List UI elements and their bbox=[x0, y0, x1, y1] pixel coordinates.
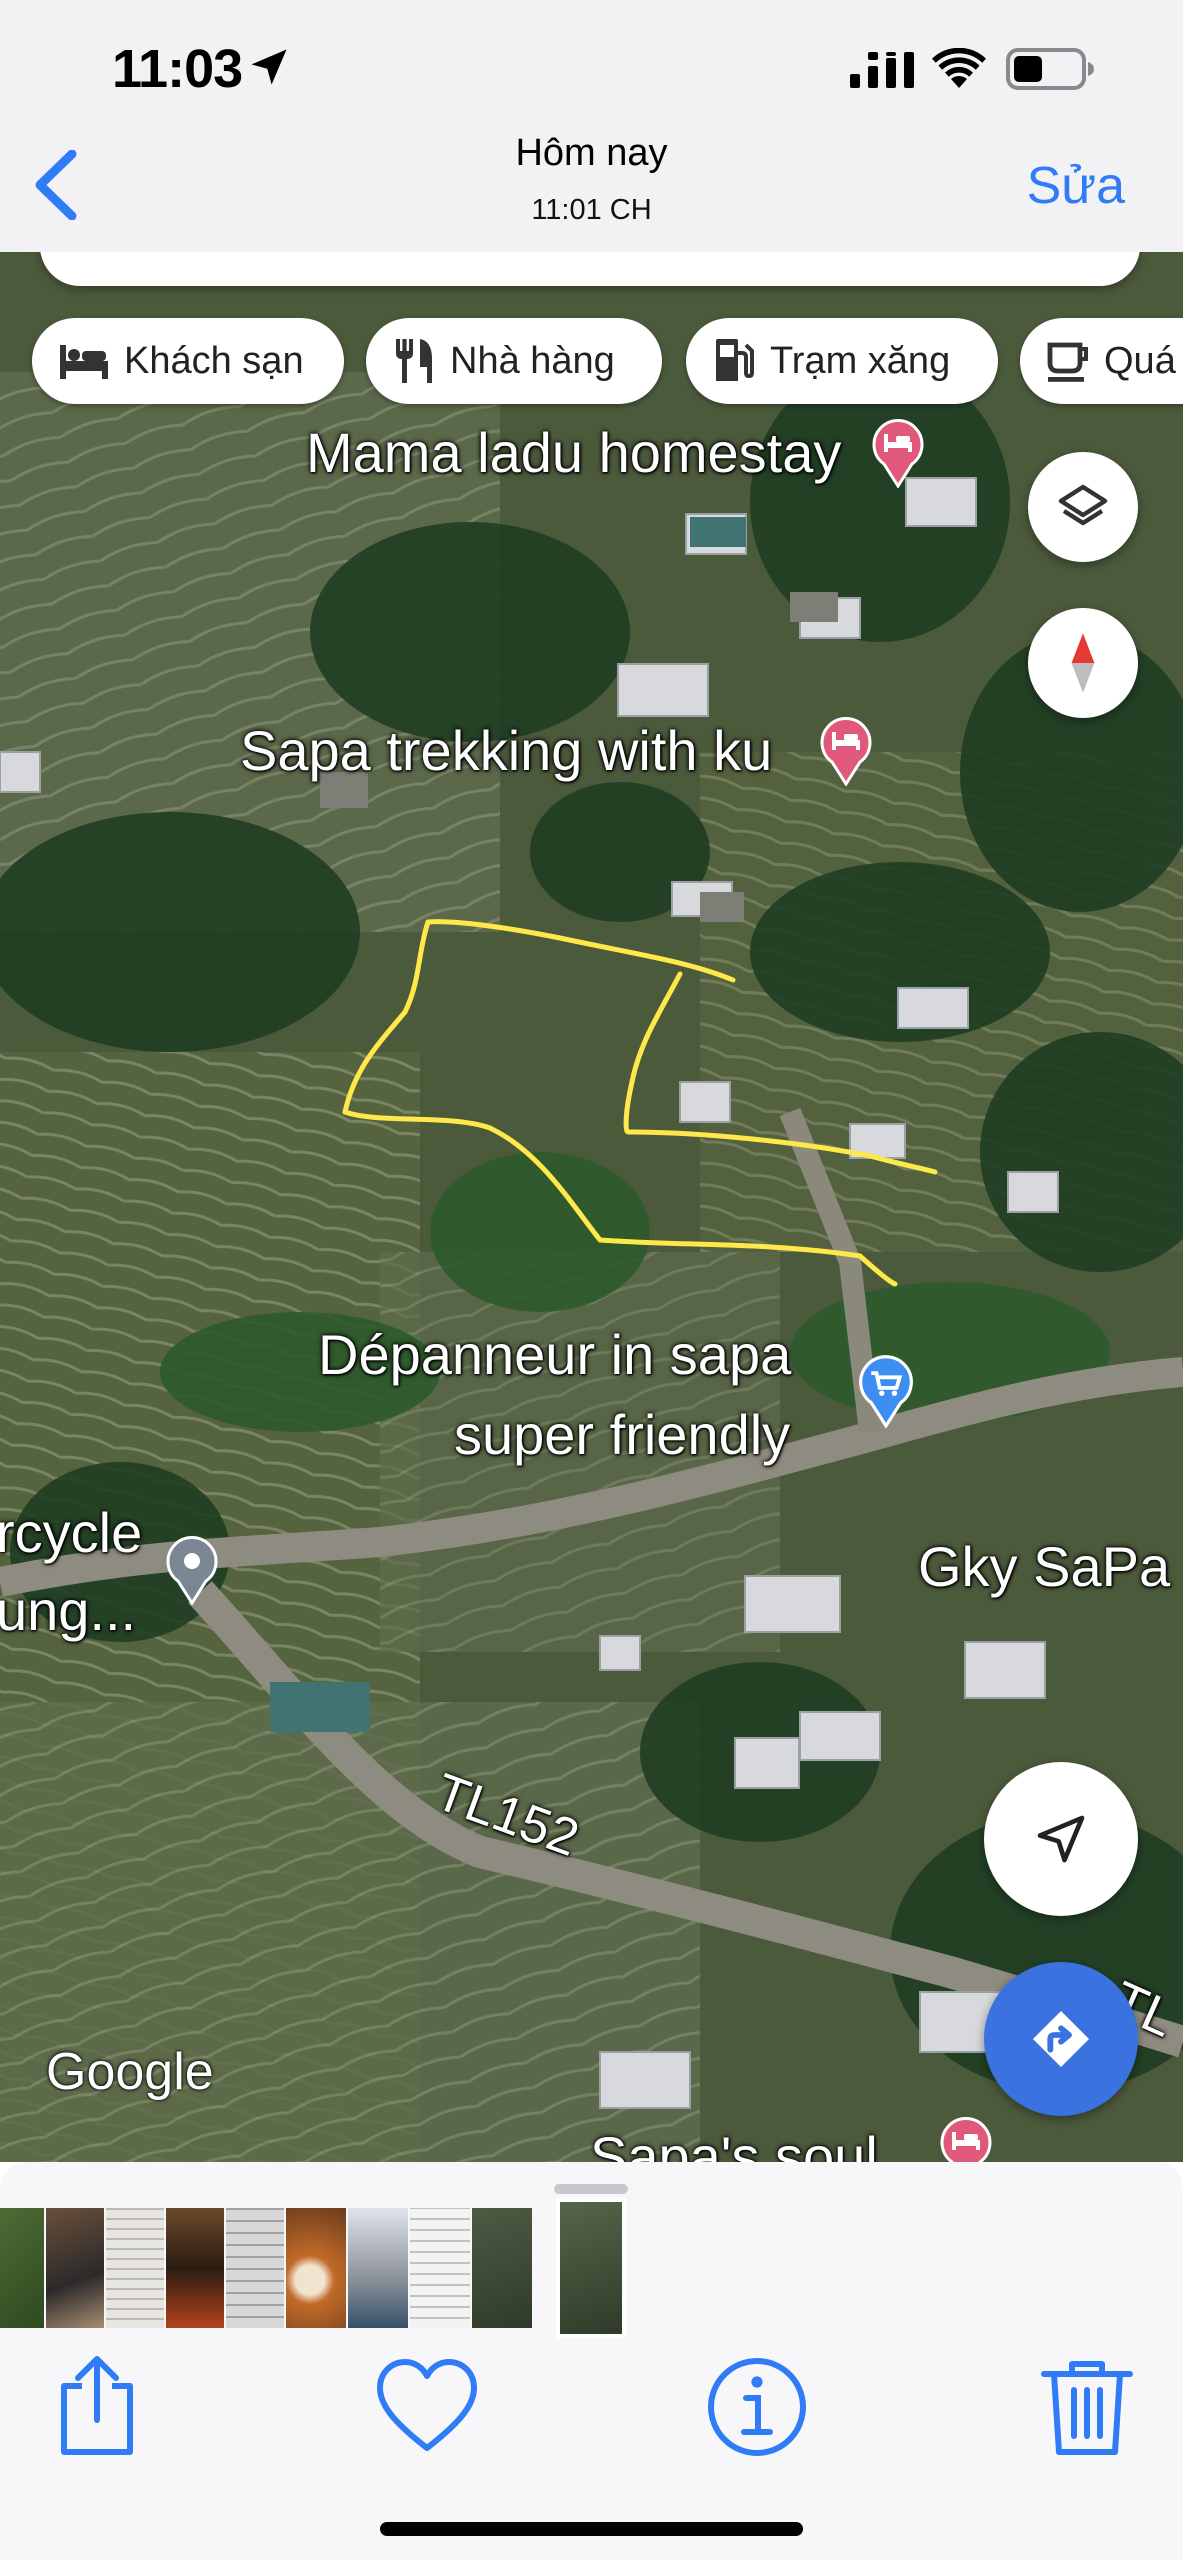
place-label-gky-sapa[interactable]: Gky SaPa bbox=[918, 1534, 1170, 1599]
hotel-pin-icon[interactable] bbox=[870, 416, 926, 488]
hotel-pin-icon[interactable] bbox=[938, 2114, 994, 2162]
directions-button[interactable] bbox=[984, 1962, 1138, 2116]
gas-pump-icon bbox=[716, 339, 754, 381]
heart-icon[interactable] bbox=[372, 2352, 482, 2462]
drag-handle[interactable] bbox=[554, 2184, 628, 2194]
chip-label: Khách sạn bbox=[124, 339, 304, 382]
page-subtitle: 11:01 CH bbox=[531, 194, 652, 226]
photo-thumbnail-strip[interactable] bbox=[0, 2198, 1183, 2338]
layers-icon bbox=[1058, 484, 1108, 526]
location-arrow-icon bbox=[251, 49, 287, 85]
chip-hotels[interactable]: Khách sạn bbox=[32, 318, 344, 404]
coffee-cup-icon bbox=[1047, 342, 1088, 382]
edit-button[interactable]: Sửa bbox=[1027, 156, 1125, 216]
place-label-depanneur-line2[interactable]: super friendly bbox=[454, 1402, 790, 1467]
place-label-depanneur-line1[interactable]: Dépanneur in sapa bbox=[318, 1322, 791, 1387]
place-label-mama-ladu[interactable]: Mama ladu homestay bbox=[306, 420, 841, 485]
place-label-sapa-trekking[interactable]: Sapa trekking with ku bbox=[240, 718, 772, 783]
page-title: Hôm nay bbox=[515, 132, 668, 174]
compass-icon bbox=[1071, 633, 1095, 693]
photo-thumbnail[interactable] bbox=[106, 2208, 164, 2328]
home-indicator bbox=[380, 2522, 803, 2536]
status-time: 11:03 bbox=[112, 39, 243, 99]
photo-thumbnail[interactable] bbox=[46, 2208, 104, 2328]
wifi-icon bbox=[932, 48, 986, 88]
chip-label: Nhà hàng bbox=[450, 339, 615, 382]
battery-icon bbox=[1006, 48, 1094, 90]
top-bar: 11:03 Hôm nay 11:01 CH Sửa bbox=[0, 0, 1183, 252]
place-label-sapas-soul[interactable]: Sapa's soul bbox=[590, 2124, 878, 2162]
place-label-motorcycle-line2[interactable]: ung... bbox=[0, 1578, 136, 1643]
chip-gas-stations[interactable]: Trạm xăng bbox=[686, 318, 998, 404]
place-label-motorcycle-line1[interactable]: rcycle bbox=[0, 1500, 142, 1565]
share-icon[interactable] bbox=[42, 2352, 152, 2462]
chip-label: Trạm xăng bbox=[770, 339, 951, 382]
navigation-arrow-icon bbox=[1037, 1815, 1085, 1863]
google-logo: Google bbox=[46, 2043, 214, 2101]
photo-thumbnail[interactable] bbox=[0, 2208, 44, 2328]
compass-button[interactable] bbox=[1028, 608, 1138, 718]
photo-thumbnail[interactable] bbox=[286, 2208, 346, 2328]
directions-icon bbox=[1033, 2011, 1089, 2067]
chip-label: Quá bbox=[1104, 339, 1176, 382]
trash-icon[interactable] bbox=[1032, 2352, 1142, 2462]
hotel-pin-icon[interactable] bbox=[818, 714, 874, 786]
satellite-map[interactable]: Khách sạn Nhà hàng Trạm xăng Quá Mama la… bbox=[0, 252, 1183, 2162]
layers-button[interactable] bbox=[1028, 452, 1138, 562]
my-location-button[interactable] bbox=[984, 1762, 1138, 1916]
photo-thumbnail-current[interactable] bbox=[556, 2198, 626, 2338]
photo-thumbnail[interactable] bbox=[226, 2208, 284, 2328]
chip-restaurants[interactable]: Nhà hàng bbox=[366, 318, 662, 404]
fork-knife-icon bbox=[396, 339, 432, 383]
cellular-signal-icon bbox=[850, 52, 914, 88]
photo-thumbnail[interactable] bbox=[472, 2208, 532, 2328]
shopping-cart-pin-icon[interactable] bbox=[856, 1352, 916, 1428]
place-pin-icon[interactable] bbox=[164, 1532, 220, 1606]
bed-icon bbox=[60, 345, 108, 379]
photo-thumbnail[interactable] bbox=[410, 2208, 470, 2328]
photo-thumbnail[interactable] bbox=[166, 2208, 224, 2328]
photo-thumbnail[interactable] bbox=[348, 2208, 408, 2328]
info-icon[interactable] bbox=[702, 2352, 812, 2462]
chip-cafes[interactable]: Quá bbox=[1020, 318, 1183, 404]
photo-toolbar-panel bbox=[0, 2162, 1183, 2560]
